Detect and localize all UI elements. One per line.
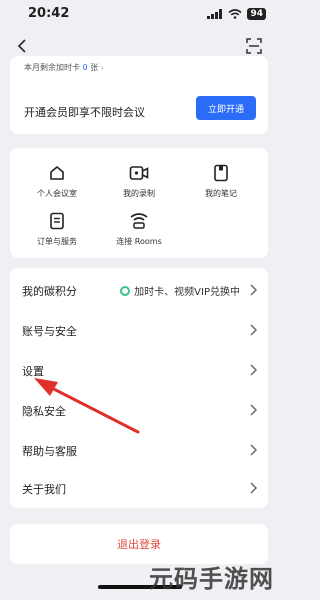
list-item-carbon-points[interactable]: 我的碳积分 加时卡、视频VIP兑换中 xyxy=(10,270,268,310)
features-grid: 个人会议室 我的录制 我的笔记 订单与服务 连接 Rooms xyxy=(10,148,268,258)
back-button[interactable] xyxy=(12,36,32,56)
chevron-right-icon: › xyxy=(100,63,104,72)
remaining-count: 0 xyxy=(82,63,88,72)
carbon-icon xyxy=(120,285,131,296)
grid-item-label: 我的录制 xyxy=(123,189,155,198)
list-item-label: 账号与安全 xyxy=(22,325,77,338)
list-item-label: 隐私安全 xyxy=(22,405,66,418)
remaining-suffix: 张 xyxy=(90,63,99,72)
status-time: 20:42 xyxy=(28,6,70,21)
grid-item-recordings[interactable]: 我的录制 xyxy=(104,162,174,199)
carbon-promo-text: 加时卡、视频VIP兑换中 xyxy=(134,287,240,298)
list-item-label: 我的碳积分 xyxy=(22,285,77,298)
grid-item-personal-room[interactable]: 个人会议室 xyxy=(22,162,92,199)
scan-button[interactable] xyxy=(244,36,264,56)
member-card: 本月剩余加时卡 0 张 › 开通会员即享不限时会议 立即开通 xyxy=(10,56,268,134)
video-icon xyxy=(128,162,150,184)
member-promo-text: 开通会员即享不限时会议 xyxy=(24,106,145,119)
remaining-extension[interactable]: 本月剩余加时卡 0 张 › xyxy=(24,62,104,73)
list-item-settings[interactable]: 设置 xyxy=(10,350,268,390)
grid-item-label: 个人会议室 xyxy=(37,189,77,198)
note-icon xyxy=(210,162,232,184)
chevron-right-icon xyxy=(250,284,258,296)
grid-item-orders[interactable]: 订单与服务 xyxy=(22,210,92,247)
wifi-status-icon xyxy=(228,9,242,19)
list-item-account-security[interactable]: 账号与安全 xyxy=(10,310,268,350)
chevron-right-icon xyxy=(250,482,258,494)
watermark: 元码手游网 xyxy=(149,565,274,593)
list-item-label: 关于我们 xyxy=(22,483,66,496)
grid-item-label: 连接 Rooms xyxy=(116,237,162,246)
chevron-right-icon xyxy=(250,364,258,376)
wifi-icon xyxy=(128,210,150,232)
list-item-privacy[interactable]: 隐私安全 xyxy=(10,390,268,430)
chevron-right-icon xyxy=(250,404,258,416)
grid-item-label: 订单与服务 xyxy=(37,237,77,246)
status-icons: 94 xyxy=(207,8,266,20)
list-item-about[interactable]: 关于我们 xyxy=(10,468,268,508)
list-item-label: 帮助与客服 xyxy=(22,445,77,458)
scan-icon xyxy=(246,38,262,54)
grid-item-notes[interactable]: 我的笔记 xyxy=(186,162,256,199)
chevron-right-icon xyxy=(250,444,258,456)
chevron-left-icon xyxy=(17,39,26,53)
logout-button[interactable]: 退出登录 xyxy=(10,536,268,552)
battery-icon: 94 xyxy=(247,8,266,20)
chevron-right-icon xyxy=(250,324,258,336)
list-item-label: 设置 xyxy=(22,365,44,378)
home-icon xyxy=(46,162,68,184)
list-item-help[interactable]: 帮助与客服 xyxy=(10,430,268,470)
carbon-promo: 加时卡、视频VIP兑换中 xyxy=(120,283,240,298)
grid-item-rooms[interactable]: 连接 Rooms xyxy=(104,210,174,247)
order-icon xyxy=(46,210,68,232)
grid-item-label: 我的笔记 xyxy=(205,189,237,198)
status-bar: 20:42 94 xyxy=(0,0,280,32)
remaining-prefix: 本月剩余加时卡 xyxy=(24,63,80,72)
open-membership-button[interactable]: 立即开通 xyxy=(196,96,256,120)
logout-card[interactable]: 退出登录 xyxy=(10,524,268,564)
signal-icon xyxy=(207,9,223,19)
settings-list: 我的碳积分 加时卡、视频VIP兑换中 账号与安全 设置 隐私安全 帮助与客服 关… xyxy=(10,268,268,508)
